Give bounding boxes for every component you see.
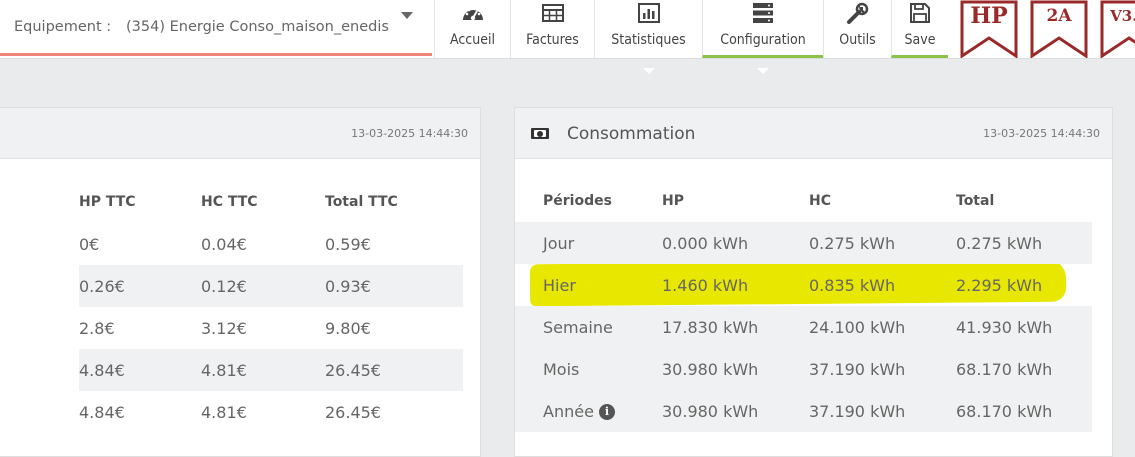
table-cell: 41.930 kWh	[956, 306, 1092, 348]
table-cell: 0.835 kWh	[809, 275, 896, 295]
money-icon	[531, 128, 549, 139]
badge-hp-text: HP	[970, 3, 1008, 29]
table-cell: 4.84€	[79, 349, 201, 391]
top-bar: Equipement : (354) Energie Conso_maison_…	[0, 0, 1135, 59]
nav-save[interactable]: Save	[891, 0, 948, 58]
table-cell: Semaine	[515, 306, 662, 348]
table-cell: 0.04€	[201, 223, 325, 265]
table-row: 4.84€ 4.81€ 26.45€	[0, 391, 463, 433]
table-row: 2.8€ 3.12€ 9.80€	[0, 307, 463, 349]
column-header: HC	[809, 193, 831, 209]
statistiques-dropdown-arrow	[643, 68, 655, 74]
costs-panel-header: 13-03-2025 14:44:30	[0, 108, 480, 159]
table-cell: 30.980 kWh	[662, 348, 809, 390]
costs-table: HP TTC HC TTC Total TTC 0€ 0.04€ 0.59€ 0.2…	[0, 181, 463, 433]
equipment-select[interactable]: Equipement : (354) Energie Conso_maison_…	[0, 0, 432, 56]
table-cell: 0.275 kWh	[956, 222, 1092, 264]
table-cell: 24.100 kWh	[809, 306, 956, 348]
badge-2a-text: 2A	[1046, 6, 1072, 26]
equipment-label: Equipement :	[14, 19, 112, 35]
table-row: 0.26€ 0.12€ 0.93€	[0, 265, 463, 307]
bar-chart-icon	[595, 0, 702, 26]
table-cell: 0.275 kWh	[809, 222, 956, 264]
table-row: 0€ 0.04€ 0.59€	[0, 223, 463, 265]
table-cell: 17.830 kWh	[662, 306, 809, 348]
column-header: HC TTC	[201, 194, 258, 210]
badge-version-text: V3.4	[1110, 7, 1135, 25]
table-row: Jour 0.000 kWh 0.275 kWh 0.275 kWh	[515, 222, 1092, 264]
table-cell: 2.295 kWh	[956, 275, 1043, 295]
table-cell: 68.170 kWh	[956, 390, 1092, 432]
costs-table-header: HP TTC HC TTC Total TTC	[0, 181, 463, 223]
equipment-value: (354) Energie Conso_maison_enedis	[126, 19, 389, 35]
badge-hp: HP	[960, 0, 1018, 58]
column-header: Périodes	[543, 193, 612, 209]
table-row: Hier 1.460 kWh 0.835 kWh 2.295 kWh	[515, 264, 1092, 306]
consumption-table-header: Périodes HP HC Total	[515, 180, 1092, 222]
column-header: HP	[662, 193, 684, 209]
consumption-panel-timestamp: 13-03-2025 14:44:30	[983, 127, 1100, 140]
table-row: Semaine 17.830 kWh 24.100 kWh 41.930 kWh	[515, 306, 1092, 348]
column-header: Total TTC	[325, 194, 398, 210]
save-icon	[892, 0, 948, 26]
table-row: 4.84€ 4.81€ 26.45€	[0, 349, 463, 391]
costs-panel-timestamp: 13-03-2025 14:44:30	[351, 127, 468, 140]
wrench-icon	[824, 0, 891, 26]
badge-version: V3.4	[1100, 0, 1135, 58]
nav-statistiques[interactable]: Statistiques	[594, 0, 702, 58]
table-cell: 4.81€	[201, 402, 247, 422]
table-cell: 1.460 kWh	[662, 275, 749, 295]
table-cell: Année i	[515, 390, 662, 432]
table-cell: 0.93€	[325, 265, 463, 307]
consumption-panel-header: Consommation 13-03-2025 14:44:30	[515, 108, 1112, 159]
period-label: Année	[543, 401, 594, 421]
nav-configuration[interactable]: Configuration	[702, 0, 823, 58]
nav-accueil[interactable]: Accueil	[434, 0, 510, 58]
nav-factures-label: Factures	[526, 32, 579, 48]
table-cell: 0.26€	[79, 265, 201, 307]
nav-configuration-label: Configuration	[720, 32, 806, 48]
consumption-panel-title: Consommation	[567, 124, 696, 144]
costs-panel: 13-03-2025 14:44:30 HP TTC HC TTC Total …	[0, 107, 481, 457]
table-icon	[511, 0, 594, 26]
table-cell: 4.81€	[201, 349, 325, 391]
nav-statistiques-label: Statistiques	[611, 32, 686, 48]
table-cell: 4.84€	[79, 402, 125, 422]
table-cell: 0€	[79, 223, 201, 265]
table-cell: 68.170 kWh	[956, 348, 1092, 390]
table-cell: 0.59€	[325, 223, 463, 265]
table-row: Mois 30.980 kWh 37.190 kWh 68.170 kWh	[515, 348, 1092, 390]
table-cell: 0.12€	[201, 265, 325, 307]
server-icon	[703, 0, 823, 26]
table-cell: 26.45€	[325, 402, 381, 422]
column-header: HP TTC	[79, 194, 136, 210]
caret-down-icon	[401, 12, 413, 19]
table-cell: 26.45€	[325, 349, 463, 391]
table-cell: Mois	[515, 348, 662, 390]
table-cell: 3.12€	[201, 318, 247, 338]
table-cell: Hier	[543, 275, 576, 295]
table-cell: 37.190 kWh	[809, 348, 956, 390]
info-icon[interactable]: i	[598, 403, 615, 420]
table-cell: 37.190 kWh	[809, 390, 956, 432]
nav-accueil-label: Accueil	[450, 32, 495, 48]
table-row: Année i 30.980 kWh 37.190 kWh 68.170 kWh	[515, 390, 1092, 432]
table-cell: 30.980 kWh	[662, 390, 809, 432]
table-cell: Jour	[515, 222, 662, 264]
table-cell: 0.000 kWh	[662, 222, 809, 264]
configuration-dropdown-arrow	[757, 68, 769, 74]
badge-2a: 2A	[1030, 0, 1088, 58]
dashboard-icon	[435, 0, 510, 26]
table-cell: 2.8€	[79, 318, 115, 338]
nav-outils-label: Outils	[839, 32, 876, 48]
consumption-table: Périodes HP HC Total Jour 0.000 kWh 0.27…	[515, 180, 1092, 432]
column-header: Total	[956, 193, 995, 209]
table-cell: 9.80€	[325, 318, 371, 338]
nav-factures[interactable]: Factures	[510, 0, 594, 58]
nav-outils[interactable]: Outils	[823, 0, 891, 58]
nav-save-label: Save	[904, 32, 936, 48]
